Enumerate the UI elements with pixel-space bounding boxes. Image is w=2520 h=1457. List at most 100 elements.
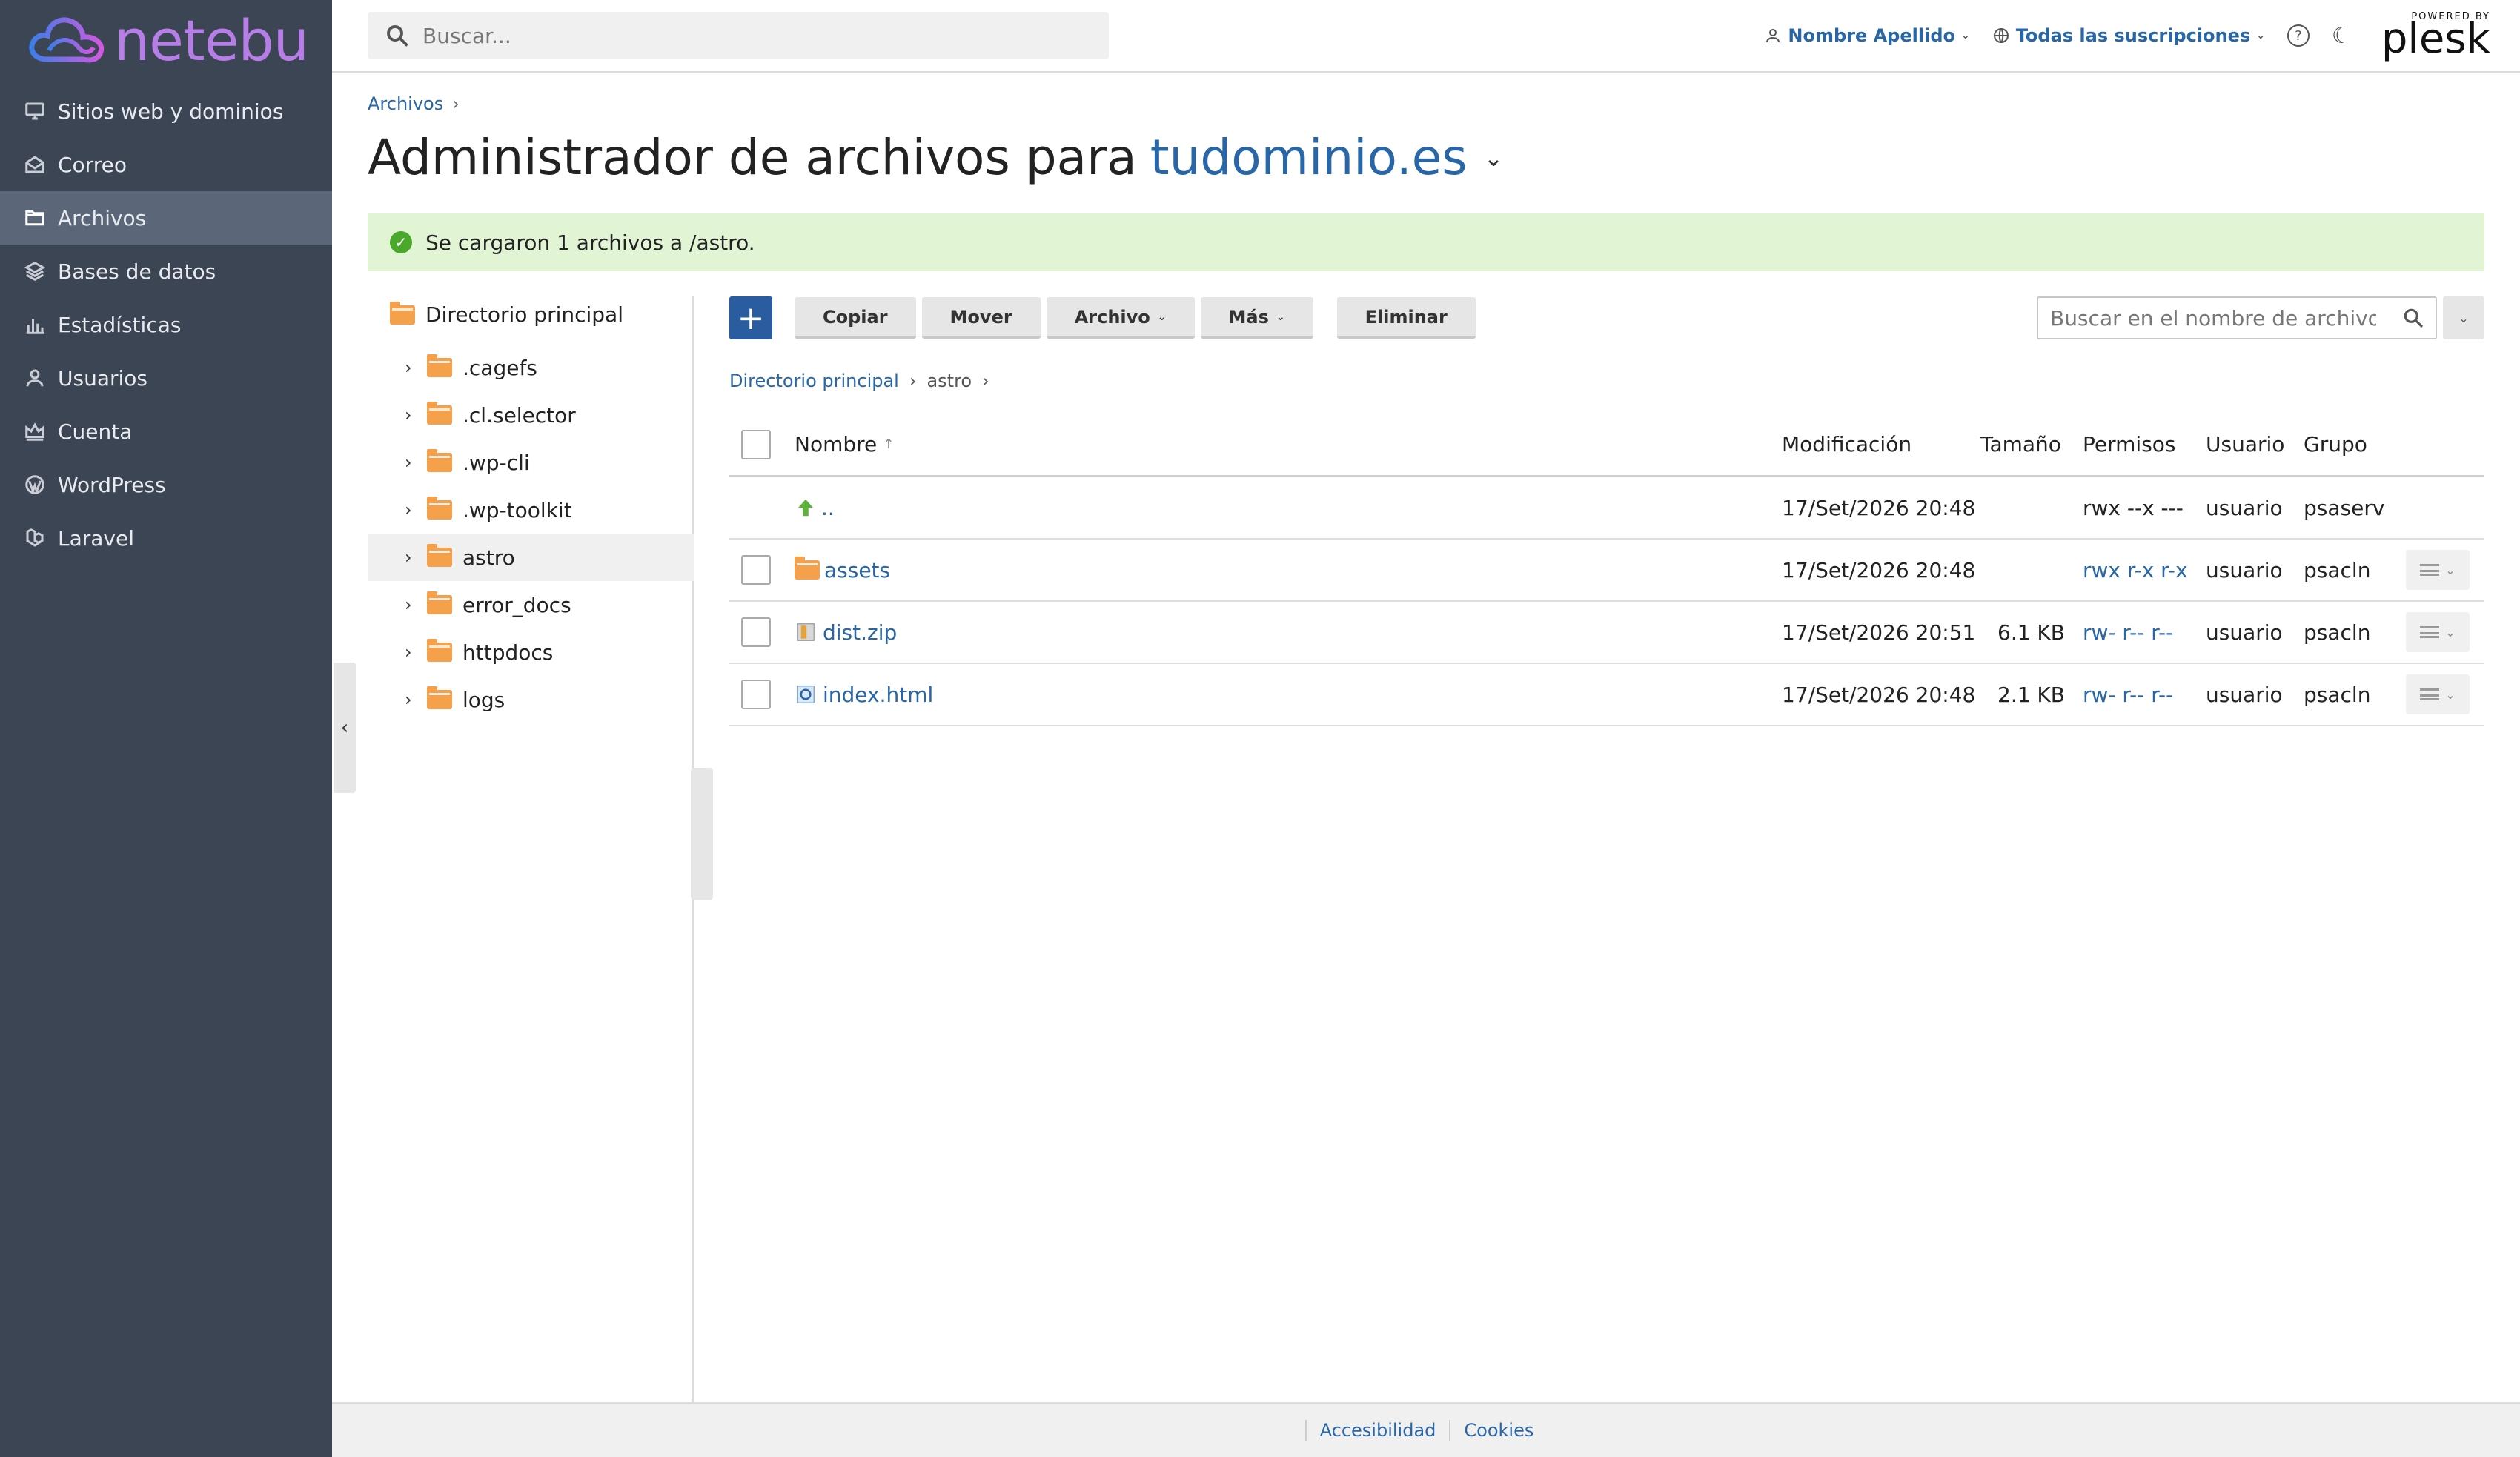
column-modified[interactable]: Modificación <box>1782 414 1911 475</box>
moon-icon[interactable]: ☾ <box>2332 23 2352 49</box>
chevron-down-icon: ⌄ <box>2445 687 2456 702</box>
chevron-right-icon[interactable]: › <box>405 547 427 568</box>
permissions-link[interactable]: rw- r-- r-- <box>2083 683 2173 707</box>
user-menu[interactable]: Nombre Apellido ⌄ <box>1764 25 1970 46</box>
chevron-down-icon: ⌄ <box>2256 30 2265 42</box>
file-link[interactable]: assets <box>795 540 890 600</box>
tree-item[interactable]: › httpdocs <box>368 628 694 676</box>
chevron-right-icon[interactable]: › <box>405 452 427 473</box>
nav-item-wordpress[interactable]: WordPress <box>0 458 332 511</box>
user-icon <box>22 365 47 391</box>
permissions-link[interactable]: rw- r-- r-- <box>2083 620 2173 645</box>
file-link[interactable]: dist.zip <box>795 602 897 663</box>
table-header: Nombre ↑ Modificación Tamaño Permisos Usu… <box>729 414 2484 477</box>
tree-item[interactable]: › error_docs <box>368 581 694 628</box>
nav-item-databases[interactable]: Bases de datos <box>0 245 332 298</box>
nav-item-account[interactable]: Cuenta <box>0 405 332 458</box>
column-size[interactable]: Tamaño <box>1980 414 2061 475</box>
bar-chart-icon <box>22 312 47 337</box>
page-title-prefix: Administrador de archivos para <box>368 129 1137 186</box>
chevron-right-icon[interactable]: › <box>405 594 427 615</box>
tree-item[interactable]: › .wp-cli <box>368 439 694 486</box>
tree-item-selected[interactable]: › astro <box>368 534 694 581</box>
folder-icon <box>427 591 452 614</box>
accessibility-link[interactable]: Accesibilidad <box>1304 1420 1450 1441</box>
nav-label: WordPress <box>58 472 166 497</box>
nav-item-statistics[interactable]: Estadísticas <box>0 298 332 351</box>
brand-logo[interactable]: netebu <box>27 7 309 73</box>
column-user[interactable]: Usuario <box>2206 414 2284 475</box>
nav-item-laravel[interactable]: Laravel <box>0 511 332 565</box>
folder-icon <box>795 557 820 580</box>
chevron-right-icon[interactable]: › <box>405 689 427 710</box>
pane-resize-handle[interactable] <box>691 768 713 900</box>
cookies-link[interactable]: Cookies <box>1449 1420 1547 1441</box>
search-options-dropdown[interactable]: ⌄ <box>2443 296 2484 339</box>
delete-button[interactable]: Eliminar <box>1336 297 1476 339</box>
top-bar: Buscar... Nombre Apellido ⌄ Todas las su… <box>332 0 2520 73</box>
breadcrumb-files-link[interactable]: Archivos <box>368 93 443 114</box>
more-button[interactable]: Más ⌄ <box>1200 297 1313 339</box>
chevron-right-icon[interactable]: › <box>405 405 427 425</box>
row-checkbox[interactable] <box>741 555 771 585</box>
tree-root[interactable]: Directorio principal <box>390 301 623 327</box>
nav-item-files[interactable]: Archivos <box>0 191 332 245</box>
chevron-right-icon[interactable]: › <box>405 357 427 378</box>
chevron-down-icon: ⌄ <box>1157 311 1167 323</box>
directory-tree: Directorio principal › .cagefs › .cl.selec… <box>368 296 713 1438</box>
row-checkbox[interactable] <box>741 680 771 709</box>
main-nav: Sitios web y dominios Correo Archivos Ba… <box>0 84 332 565</box>
chevron-right-icon[interactable]: › <box>405 500 427 520</box>
check-circle-icon: ✓ <box>390 231 412 253</box>
help-icon[interactable]: ? <box>2287 24 2310 47</box>
row-actions-button[interactable]: ⌄ <box>2406 550 2470 590</box>
select-all-checkbox[interactable] <box>741 429 771 459</box>
tree-item[interactable]: › logs <box>368 676 694 723</box>
chevron-right-icon: › <box>909 371 917 391</box>
chevron-right-icon[interactable]: › <box>405 642 427 663</box>
move-label: Mover <box>949 306 1012 328</box>
chevron-down-icon: ⌄ <box>1960 30 1970 42</box>
move-button[interactable]: Mover <box>921 297 1041 339</box>
tree-item[interactable]: › .wp-toolkit <box>368 486 694 534</box>
nav-item-websites[interactable]: Sitios web y dominios <box>0 84 332 138</box>
nav-item-mail[interactable]: Correo <box>0 138 332 191</box>
table-row: dist.zip 17/Set/2026 20:51 6.1 KB rw- r-… <box>729 602 2484 664</box>
folder-icon <box>390 301 415 325</box>
laravel-icon <box>22 525 47 551</box>
more-label: Más <box>1228 306 1269 328</box>
file-link[interactable]: index.html <box>795 664 933 725</box>
column-permissions[interactable]: Permisos <box>2083 414 2176 475</box>
row-checkbox[interactable] <box>741 617 771 647</box>
row-actions-button[interactable]: ⌄ <box>2406 612 2470 652</box>
user-name: Nombre Apellido <box>1788 25 1955 46</box>
tree-item-label: httpdocs <box>462 640 554 665</box>
add-button[interactable]: + <box>729 296 772 339</box>
path-root-link[interactable]: Directorio principal <box>729 371 899 391</box>
column-group[interactable]: Grupo <box>2304 414 2367 475</box>
column-name[interactable]: Nombre ↑ <box>795 414 894 475</box>
copy-button[interactable]: Copiar <box>795 297 916 339</box>
column-size-label: Tamaño <box>1980 432 2061 457</box>
file-menu-button[interactable]: Archivo ⌄ <box>1046 297 1195 339</box>
success-alert: ✓ Se cargaron 1 archivos a /astro. <box>368 213 2484 271</box>
nav-item-users[interactable]: Usuarios <box>0 351 332 405</box>
chevron-down-icon[interactable]: ⌄ <box>1484 144 1504 172</box>
search-icon[interactable] <box>2401 306 2425 330</box>
html-file-icon <box>797 686 815 703</box>
subscriptions-menu[interactable]: Todas las suscripciones ⌄ <box>1992 25 2265 46</box>
row-actions-button[interactable]: ⌄ <box>2406 674 2470 714</box>
tree-item[interactable]: › .cagefs <box>368 344 694 391</box>
breadcrumb: Archivos › <box>368 93 460 114</box>
filename-search-input[interactable]: Buscar en el nombre de archivo <box>2037 296 2437 339</box>
tree-item[interactable]: › .cl.selector <box>368 391 694 439</box>
permissions-link[interactable]: rwx r-x r-x <box>2083 558 2188 583</box>
plesk-logo: POWERED BY plesk <box>2381 12 2490 60</box>
brand-name: netebu <box>114 7 309 73</box>
domain-selector[interactable]: tudominio.es <box>1150 129 1468 186</box>
global-search-input[interactable]: Buscar... <box>368 12 1109 59</box>
menu-icon <box>2420 564 2440 576</box>
parent-dir-link[interactable]: .. <box>795 477 835 538</box>
sidebar-collapse-button[interactable]: ‹ <box>334 663 356 793</box>
toolbar: + Copiar Mover Archivo ⌄ Más ⌄ Eliminar Bu… <box>729 296 2484 339</box>
